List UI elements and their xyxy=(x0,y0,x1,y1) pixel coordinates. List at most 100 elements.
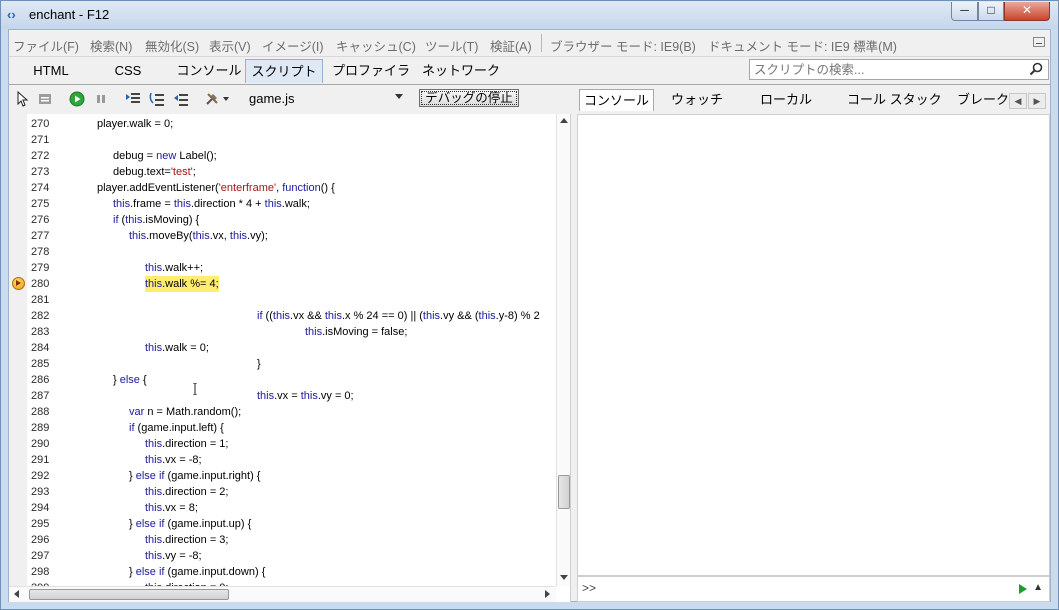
code-line: } else if (game.input.up) { xyxy=(129,518,252,530)
current-line-arrow-icon[interactable] xyxy=(12,277,25,290)
menu-bar: ファイル(F) 検索(N) 無効化(S) 表示(V) イメージ(I) キャッシュ… xyxy=(9,30,1050,57)
menu-images[interactable]: イメージ(I) xyxy=(262,36,324,55)
tab-locals[interactable]: ローカル xyxy=(760,89,812,111)
code-line: } else { xyxy=(113,374,147,386)
code-editor[interactable]: 270 player.walk = 0; 271 272 debug = new Lab… xyxy=(9,114,571,602)
scroll-right-icon[interactable] xyxy=(545,590,550,598)
line-number: 278 xyxy=(31,246,50,258)
code-line: this.vy = -8; xyxy=(145,550,202,562)
menu-tools[interactable]: ツール(T) xyxy=(425,36,478,55)
line-number: 283 xyxy=(31,326,50,338)
menu-browser-mode[interactable]: ブラウザー モード: IE9(B) xyxy=(550,36,696,55)
line-number: 271 xyxy=(31,134,50,146)
line-number: 280 xyxy=(31,278,50,290)
title-bar: ‹› enchant - F12 ─ □ ✕ xyxy=(1,1,1058,29)
line-number: 277 xyxy=(31,230,50,242)
line-number: 279 xyxy=(31,262,50,274)
code-line: this.vx = this.vy = 0; xyxy=(257,390,354,402)
script-search-box xyxy=(749,59,1049,80)
line-number: 294 xyxy=(31,502,50,514)
menu-view[interactable]: 表示(V) xyxy=(209,36,251,55)
menu-file[interactable]: ファイル(F) xyxy=(13,36,79,55)
tab-html[interactable]: HTML xyxy=(27,59,75,83)
code-line: this.direction = 2; xyxy=(145,486,229,498)
code-line: debug = new Label(); xyxy=(113,150,217,162)
horizontal-scrollbar[interactable] xyxy=(9,586,556,602)
tab-debug-console[interactable]: コンソール xyxy=(579,89,655,111)
code-line: debug.text='test'; xyxy=(113,166,196,178)
code-line: this.direction = 3; xyxy=(145,534,229,546)
tab-call-stack[interactable]: コール スタック xyxy=(847,89,942,111)
line-number: 291 xyxy=(31,454,50,466)
menu-validate[interactable]: 検証(A) xyxy=(490,36,532,55)
step-over-icon[interactable] xyxy=(149,91,165,107)
line-number: 297 xyxy=(31,550,50,562)
code-line: this.frame = this.direction * 4 + this.w… xyxy=(113,198,310,210)
search-icon[interactable] xyxy=(1029,62,1043,76)
line-number: 292 xyxy=(31,470,50,482)
run-script-icon[interactable] xyxy=(1019,584,1027,594)
stop-debugging-button[interactable]: デバッグの停止 xyxy=(419,89,519,107)
chevron-right-icon[interactable]: ▶ xyxy=(1028,93,1046,109)
code-line: this.walk = 0; xyxy=(145,342,209,354)
scroll-up-icon[interactable] xyxy=(560,118,568,123)
main-tab-bar: HTML CSS コンソール スクリプト プロファイラー ネットワーク xyxy=(9,57,1050,102)
code-line: player.walk = 0; xyxy=(97,118,174,130)
text-cursor-icon xyxy=(193,383,197,395)
chevron-down-icon[interactable] xyxy=(395,94,403,99)
console-input-bar[interactable]: >> ▲ xyxy=(577,576,1050,602)
code-line: this.vx = 8; xyxy=(145,502,198,514)
step-out-icon[interactable] xyxy=(173,91,189,107)
line-number: 289 xyxy=(31,422,50,434)
code-line: if ((this.vx && this.x % 24 == 0) || (th… xyxy=(257,310,540,322)
minimize-button[interactable]: ─ xyxy=(951,2,978,21)
collapse-icon[interactable] xyxy=(1033,37,1045,47)
close-button[interactable]: ✕ xyxy=(1004,2,1050,21)
tools-icon[interactable] xyxy=(205,91,231,107)
tab-console[interactable]: コンソール xyxy=(173,59,245,83)
menu-document-mode[interactable]: ドキュメント モード: IE9 標準(M) xyxy=(708,36,897,55)
script-file-name[interactable]: game.js xyxy=(249,91,295,106)
debug-pane-tabs: コンソール ウォッチ ローカル コール スタック ブレークポイント ◀ ▶ xyxy=(577,85,1050,113)
code-line: this.moveBy(this.vx, this.vy); xyxy=(129,230,268,242)
line-number: 282 xyxy=(31,310,50,322)
tab-network[interactable]: ネットワーク xyxy=(421,59,501,83)
code-line: this.vx = -8; xyxy=(145,454,202,466)
code-line: this.isMoving = false; xyxy=(305,326,408,338)
maximize-button[interactable]: □ xyxy=(978,2,1004,21)
continue-icon[interactable] xyxy=(69,91,85,107)
client-area: ファイル(F) 検索(N) 無効化(S) 表示(V) イメージ(I) キャッシュ… xyxy=(8,29,1051,602)
scroll-down-icon[interactable] xyxy=(560,575,568,580)
vertical-scrollbar[interactable] xyxy=(556,114,570,586)
pointer-icon[interactable] xyxy=(14,91,30,107)
code-line: if (game.input.left) { xyxy=(129,422,224,434)
code-line: } xyxy=(257,358,261,370)
console-output[interactable] xyxy=(577,114,1050,576)
vertical-scroll-thumb[interactable] xyxy=(558,475,570,509)
line-number: 270 xyxy=(31,118,50,130)
tab-script[interactable]: スクリプト xyxy=(245,59,323,83)
console-prompt: >> xyxy=(582,581,597,595)
tab-css[interactable]: CSS xyxy=(107,59,149,83)
break-icon[interactable] xyxy=(37,91,53,107)
horizontal-scroll-thumb[interactable] xyxy=(29,589,229,600)
window-title: enchant - F12 xyxy=(29,7,110,22)
breakpoint-gutter[interactable] xyxy=(9,114,27,602)
code-line: this.walk++; xyxy=(145,262,204,274)
menu-disable[interactable]: 無効化(S) xyxy=(145,36,199,55)
tab-profiler[interactable]: プロファイラー xyxy=(327,59,415,102)
step-into-icon[interactable] xyxy=(125,91,141,107)
line-number: 286 xyxy=(31,374,50,386)
chevron-left-icon[interactable]: ◀ xyxy=(1009,93,1027,109)
menu-cache[interactable]: キャッシュ(C) xyxy=(336,36,416,55)
tab-watch[interactable]: ウォッチ xyxy=(671,89,723,111)
code-line: var n = Math.random(); xyxy=(129,406,242,418)
menu-find[interactable]: 検索(N) xyxy=(90,36,132,55)
expand-console-icon[interactable]: ▲ xyxy=(1033,582,1043,593)
line-number: 276 xyxy=(31,214,50,226)
script-search-input[interactable] xyxy=(752,61,1026,78)
tab-breakpoints[interactable]: ブレークポイント xyxy=(957,89,1008,111)
devtools-logo-icon: ‹› xyxy=(7,7,16,22)
pause-icon[interactable] xyxy=(93,91,109,107)
scroll-left-icon[interactable] xyxy=(14,590,19,598)
